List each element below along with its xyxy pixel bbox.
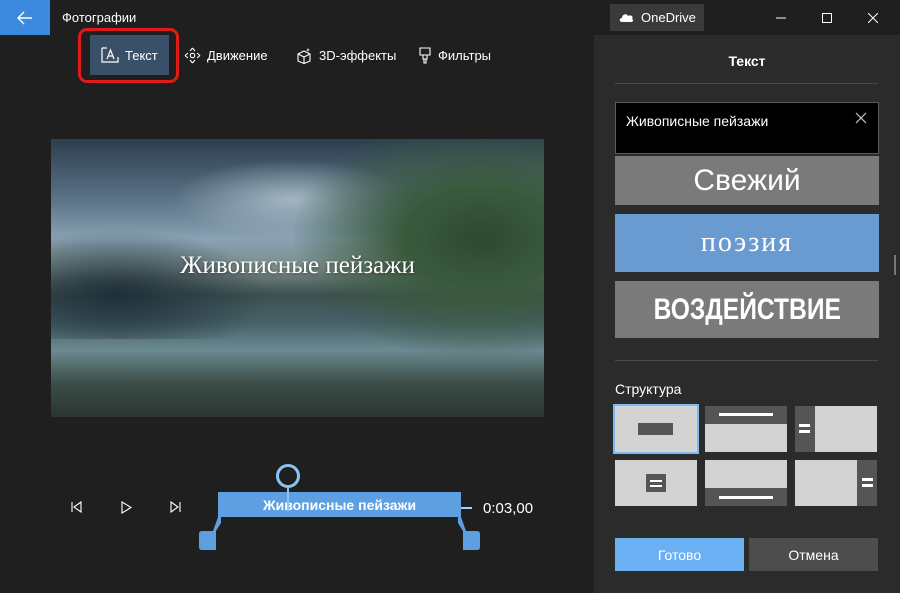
layout-center-small-line-1 xyxy=(650,480,662,482)
tab-motion-label: Движение xyxy=(207,47,268,63)
text-style-impact-label: ВОЗДЕЙСТВИЕ xyxy=(653,292,841,326)
preview-caption: Живописные пейзажи xyxy=(180,252,415,279)
panel-title: Текст xyxy=(728,53,766,69)
layout-center-small-box xyxy=(646,474,666,492)
close-button[interactable] xyxy=(850,0,896,35)
highlight-annotation xyxy=(78,28,179,83)
motion-icon xyxy=(184,47,201,63)
layout-center-bar xyxy=(638,423,673,435)
close-icon xyxy=(868,12,878,23)
layout-center-small-line-2 xyxy=(650,485,662,487)
back-button[interactable] xyxy=(0,0,50,35)
maximize-icon xyxy=(822,12,832,23)
tab-filters-label: Фильтры xyxy=(438,47,492,63)
layout-center[interactable] xyxy=(613,404,699,454)
done-button[interactable]: Готово xyxy=(615,538,744,571)
minimize-icon xyxy=(776,17,786,18)
caption-text-input[interactable] xyxy=(626,112,846,130)
next-frame-button[interactable] xyxy=(166,497,186,517)
layout-right-sidebar-line-2 xyxy=(862,484,873,487)
text-style-poetry-label: поэзия xyxy=(700,227,794,258)
tab-3d-effects[interactable]: 3D-эффекты xyxy=(295,35,396,75)
onedrive-label: OneDrive xyxy=(641,10,696,25)
layout-right-sidebar-band xyxy=(857,460,877,506)
layout-bottom-banner-line xyxy=(719,496,773,499)
panel-divider-middle xyxy=(615,360,878,361)
3d-effects-icon xyxy=(297,47,311,64)
layout-top-banner[interactable] xyxy=(705,406,787,452)
step-forward-icon xyxy=(170,501,181,513)
layout-section-label: Структура xyxy=(615,381,682,397)
video-preview: Живописные пейзажи xyxy=(51,139,544,417)
arrow-left-icon xyxy=(17,11,32,24)
trim-start-handle[interactable] xyxy=(199,517,221,550)
text-input-box xyxy=(615,102,879,154)
layout-left-sidebar[interactable] xyxy=(795,406,877,452)
tab-filters[interactable]: Фильтры xyxy=(418,35,491,75)
time-readout: 0:03,00 xyxy=(483,500,534,517)
panel-divider-top xyxy=(615,83,878,84)
layout-left-sidebar-line-1 xyxy=(799,424,810,427)
previous-frame-button[interactable] xyxy=(66,497,86,517)
maximize-button[interactable] xyxy=(804,0,850,35)
layout-left-sidebar-band xyxy=(795,406,815,452)
tab-motion[interactable]: Движение xyxy=(184,35,268,75)
text-style-poetry[interactable]: поэзия xyxy=(615,214,879,272)
playhead-line xyxy=(287,487,289,511)
text-style-impact[interactable]: ВОЗДЕЙСТВИЕ xyxy=(615,281,879,338)
filters-icon xyxy=(419,46,431,64)
preview-mountain-left xyxy=(51,229,271,339)
clear-text-icon[interactable] xyxy=(854,111,868,125)
timeline-clip-label: Живописные пейзажи xyxy=(262,496,417,513)
text-style-fresh-label: Свежий xyxy=(693,163,801,197)
playhead-handle[interactable] xyxy=(276,464,300,488)
tab-3d-effects-label: 3D-эффекты xyxy=(319,47,397,63)
layout-top-banner-line xyxy=(719,413,773,416)
layout-left-sidebar-line-2 xyxy=(799,430,810,433)
play-icon xyxy=(121,500,132,514)
onedrive-button[interactable]: OneDrive xyxy=(610,4,704,31)
text-style-fresh[interactable]: Свежий xyxy=(615,156,879,205)
layout-right-sidebar[interactable] xyxy=(795,460,877,506)
cancel-button[interactable]: Отмена xyxy=(749,538,878,571)
layout-bottom-banner[interactable] xyxy=(705,460,787,506)
panel-scrollbar[interactable] xyxy=(894,255,896,275)
text-panel: Текст Свежий поэзия ВОЗДЕЙСТВИЕ Структур… xyxy=(594,35,900,593)
preview-mountain-right xyxy=(294,139,544,359)
app-title: Фотографии xyxy=(62,10,137,25)
play-button[interactable] xyxy=(116,497,136,517)
layout-right-sidebar-line-1 xyxy=(862,478,873,481)
minimize-button[interactable] xyxy=(758,0,804,35)
trim-end-handle[interactable] xyxy=(458,517,480,550)
cloud-icon xyxy=(619,14,634,22)
timeline-clip[interactable]: Живописные пейзажи xyxy=(218,492,461,517)
layout-center-small[interactable] xyxy=(615,460,697,506)
step-back-icon xyxy=(71,501,82,513)
